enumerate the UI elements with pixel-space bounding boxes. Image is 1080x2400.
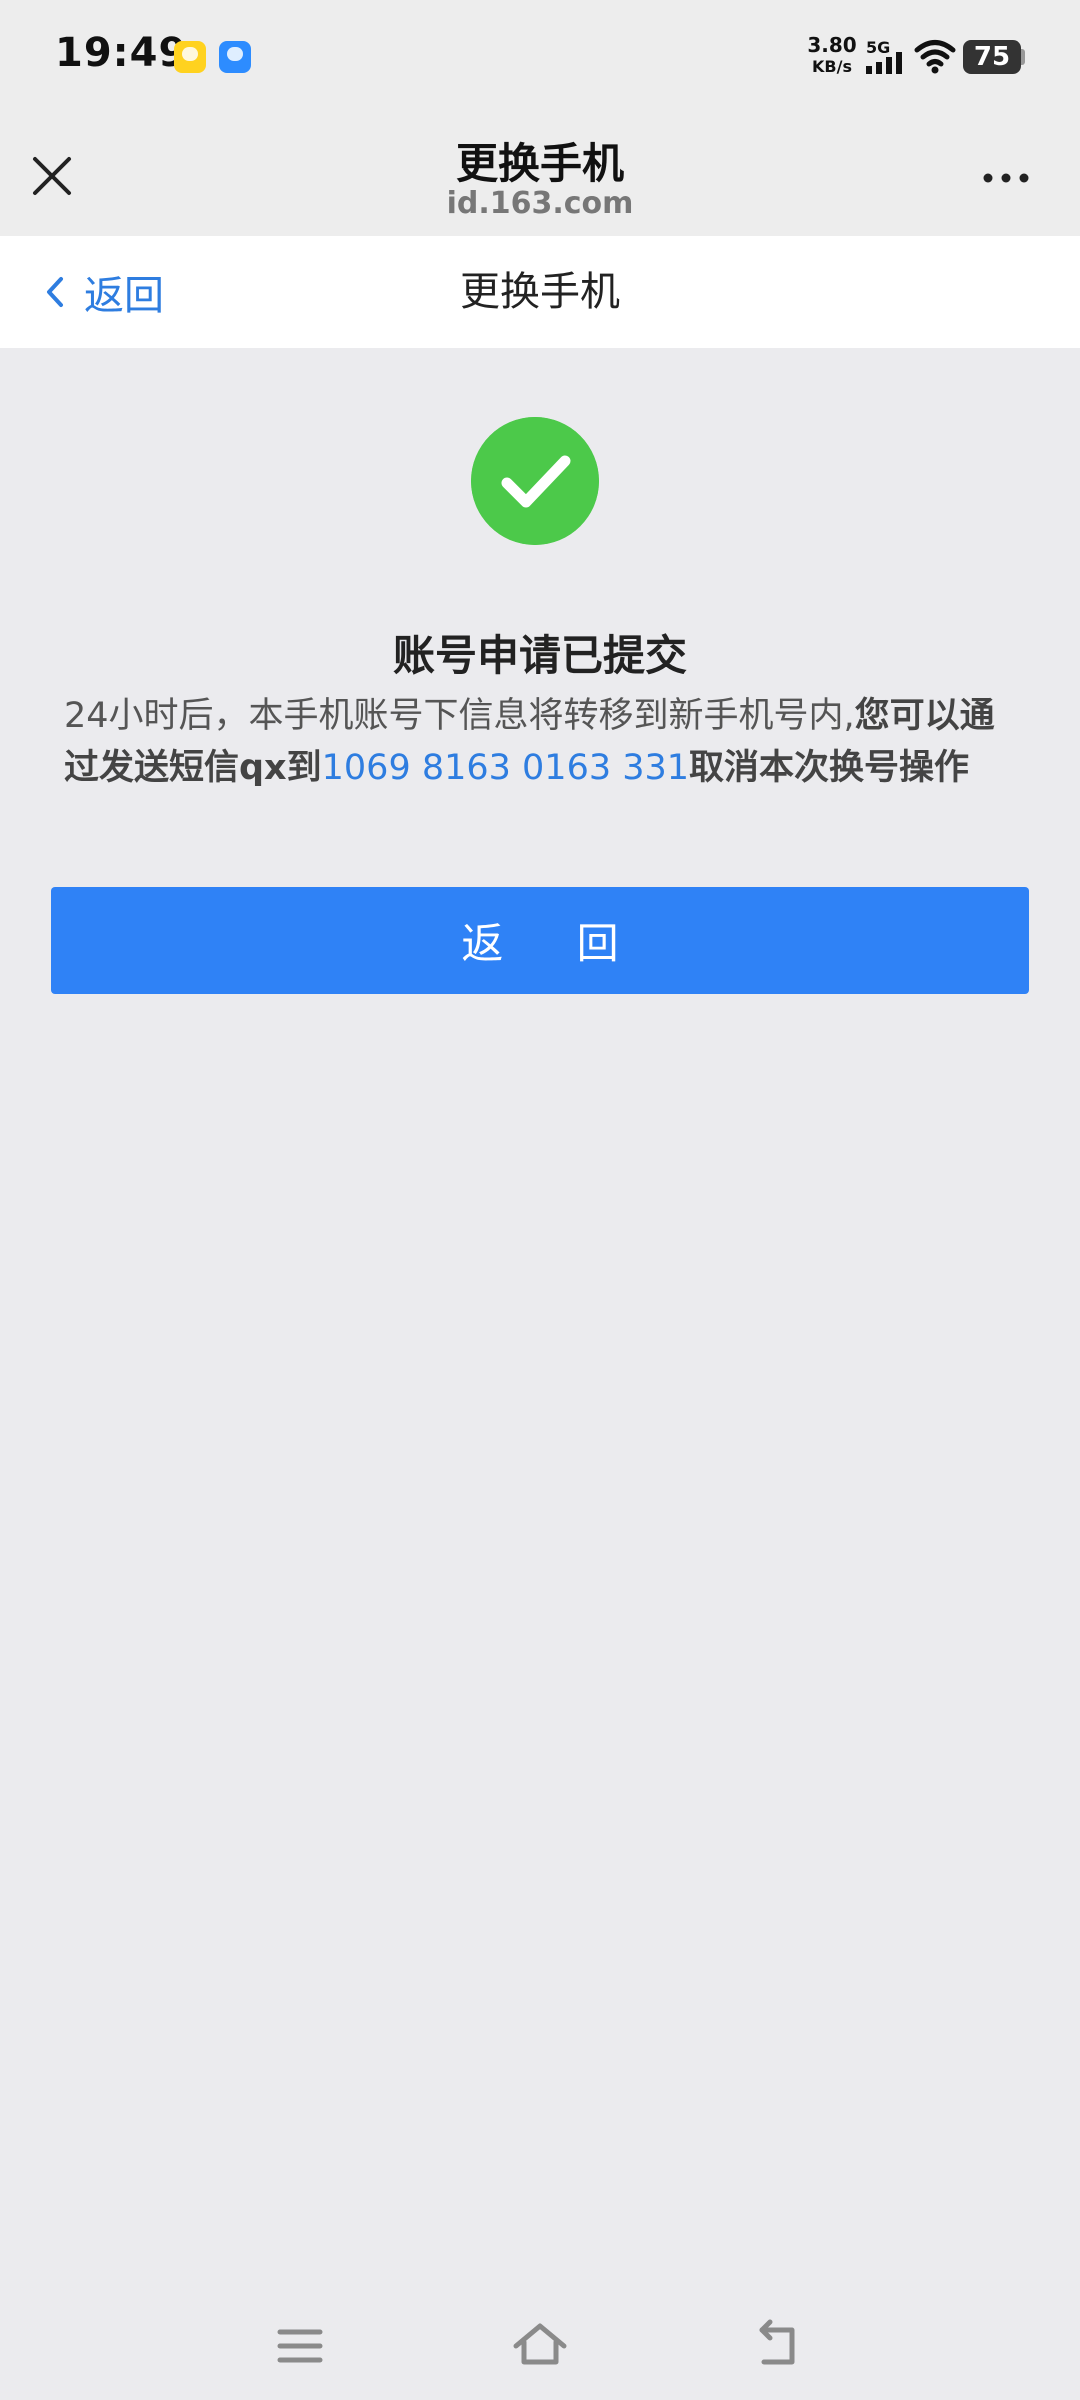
message-part-3: 取消本次换号操作 [689,748,970,788]
back-link-label: 返回 [84,273,164,319]
back-link[interactable]: 返回 [44,258,164,326]
chevron-left-icon [47,277,63,307]
battery-indicator: 75 [963,40,1021,74]
return-button[interactable]: 返 回 [51,887,1029,994]
page-nav-bar: 更换手机 返回 [0,236,1080,348]
network-speed-value: 3.80 [807,33,857,57]
sms-number[interactable]: 1069 8163 0163 331 [322,748,689,788]
check-circle-icon [471,417,599,545]
signal-icon [866,52,902,74]
result-message: 24小时后，本手机账号下信息将转移到新手机号内,您可以通过发送短信qx到1069… [64,690,1024,794]
browser-header: 更换手机 id.163.com [0,118,1080,236]
app-notification-icon-yellow [174,41,206,73]
browser-title: 更换手机 [455,139,624,188]
network-speed-unit: KB/s [812,57,852,76]
status-time: 19:49 [55,30,188,76]
status-bar: 19:49 3.80 KB/s 5G 75 [0,0,1080,118]
menu-icon[interactable] [270,2316,330,2376]
wifi-icon [914,40,956,74]
more-icon[interactable] [976,158,1036,198]
browser-url: id.163.com [446,186,634,221]
network-speed: 3.80 KB/s [804,34,860,78]
app-notification-icon-blue [219,41,251,73]
back-icon[interactable] [750,2316,810,2376]
home-icon[interactable] [510,2316,570,2376]
battery-tip [1021,49,1025,65]
message-part-1: 24小时后，本手机账号下信息将转移到新手机号内, [64,696,855,736]
success-title: 账号申请已提交 [392,631,687,680]
system-nav-bar [0,2286,1080,2400]
